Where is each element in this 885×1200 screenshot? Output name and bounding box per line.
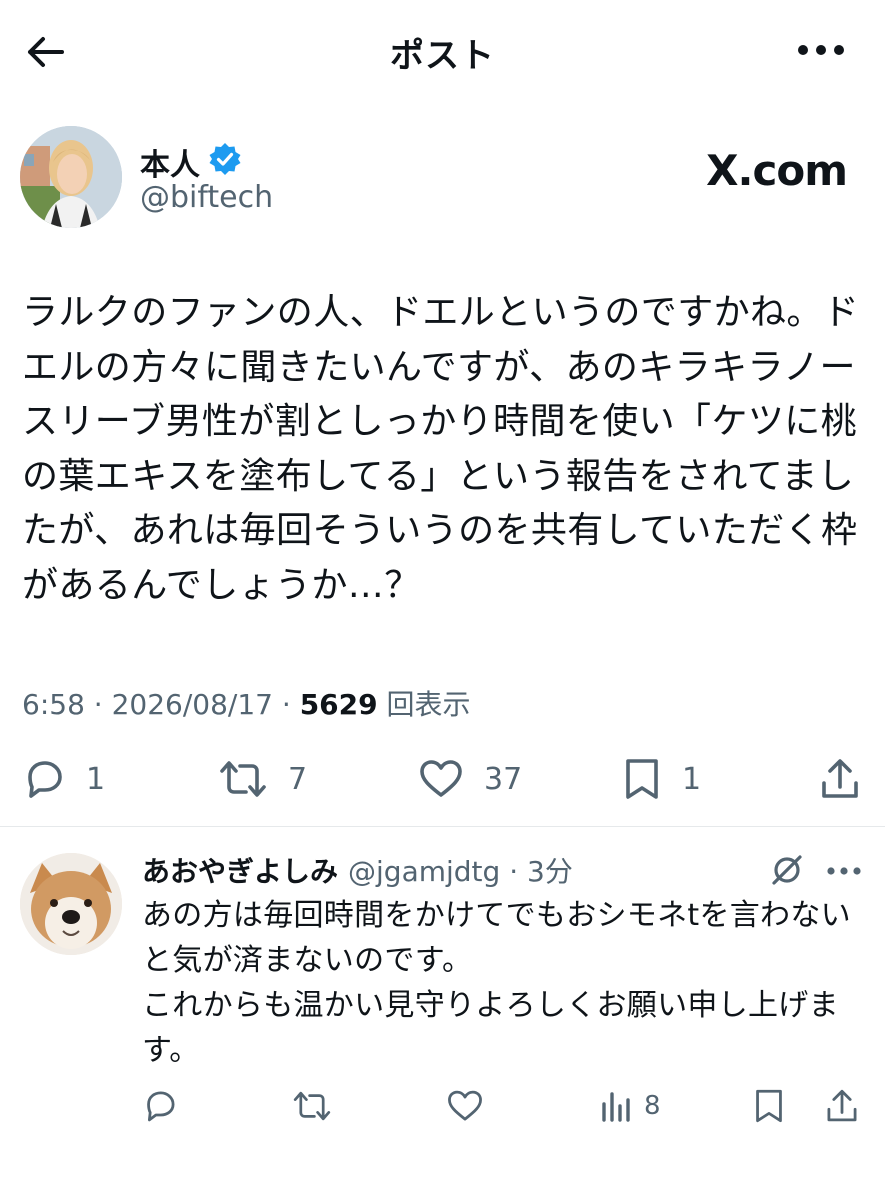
reply-reply-button[interactable] [142,1086,178,1126]
reply-avatar[interactable] [20,853,122,955]
repost-icon [293,1091,331,1121]
share-icon [827,1089,857,1122]
reply-share-button[interactable] [824,1086,860,1126]
reply-repost-button[interactable] [292,1086,332,1126]
meta-separator: · [500,855,528,888]
meta-separator: · [84,688,112,721]
bookmark-count: 1 [682,761,702,797]
heart-icon [448,1090,482,1121]
reply-button[interactable]: 1 [22,755,105,803]
reply-icon [28,761,62,798]
bookmark-button[interactable]: 1 [622,755,701,803]
more-options-button[interactable] [797,40,845,60]
share-icon [822,759,858,798]
reply-text: あの方は毎回時間をかけてでもおシモネtを言わないと気が済まないのです。 これから… [142,898,851,1068]
reply-time[interactable]: 3分 [527,855,573,888]
post-time[interactable]: 6:58 [22,688,85,721]
reply-author-handle[interactable]: @jgamjdtg [348,855,500,888]
more-horizontal-icon [827,867,861,875]
reply-bookmark-button[interactable] [752,1086,786,1126]
repost-count: 7 [288,761,308,797]
heart-icon [420,760,462,797]
brand-text: X.com [706,146,848,195]
reply-author-name[interactable]: あおやぎよしみ [142,855,338,888]
bookmark-icon [756,1089,782,1123]
post-meta: 6:58 · 2026/08/17 · 5629 回表示 [22,683,471,723]
grok-icon [772,855,802,885]
repost-button[interactable]: 7 [218,755,307,803]
like-button[interactable]: 37 [418,755,522,803]
repost-icon [220,761,266,797]
divider [0,826,885,827]
bookmark-icon [626,759,658,799]
view-label: 回表示 [377,688,471,721]
verified-badge-icon [208,142,242,176]
grok-button[interactable] [770,853,804,887]
view-count: 5629 [299,688,378,721]
post-date[interactable]: 2026/08/17 [112,688,273,721]
like-count: 37 [484,761,523,797]
reply-count: 1 [86,761,106,797]
reply-views-button[interactable]: 8 [600,1086,661,1126]
reply-icon [147,1091,175,1122]
reply-like-button[interactable] [446,1086,484,1126]
more-horizontal-icon [798,45,844,55]
author-name[interactable]: 本人 [140,140,200,184]
reply-view-count: 8 [644,1091,661,1121]
author-avatar[interactable] [20,126,122,228]
share-button[interactable] [818,755,862,803]
analytics-icon [602,1092,630,1122]
author-handle[interactable]: @biftech [140,180,273,215]
post-text: ラルクのファンの人、ドエルというのですかね。ドエルの方々に聞きたいんですが、あの… [22,292,860,606]
reply-more-button[interactable] [826,866,862,876]
reply-header: あおやぎよしみ @jgamjdtg · 3分 [142,850,573,890]
page-title: ポスト [390,36,495,76]
brand-watermark: X.com [706,146,848,195]
meta-separator: · [272,688,300,721]
